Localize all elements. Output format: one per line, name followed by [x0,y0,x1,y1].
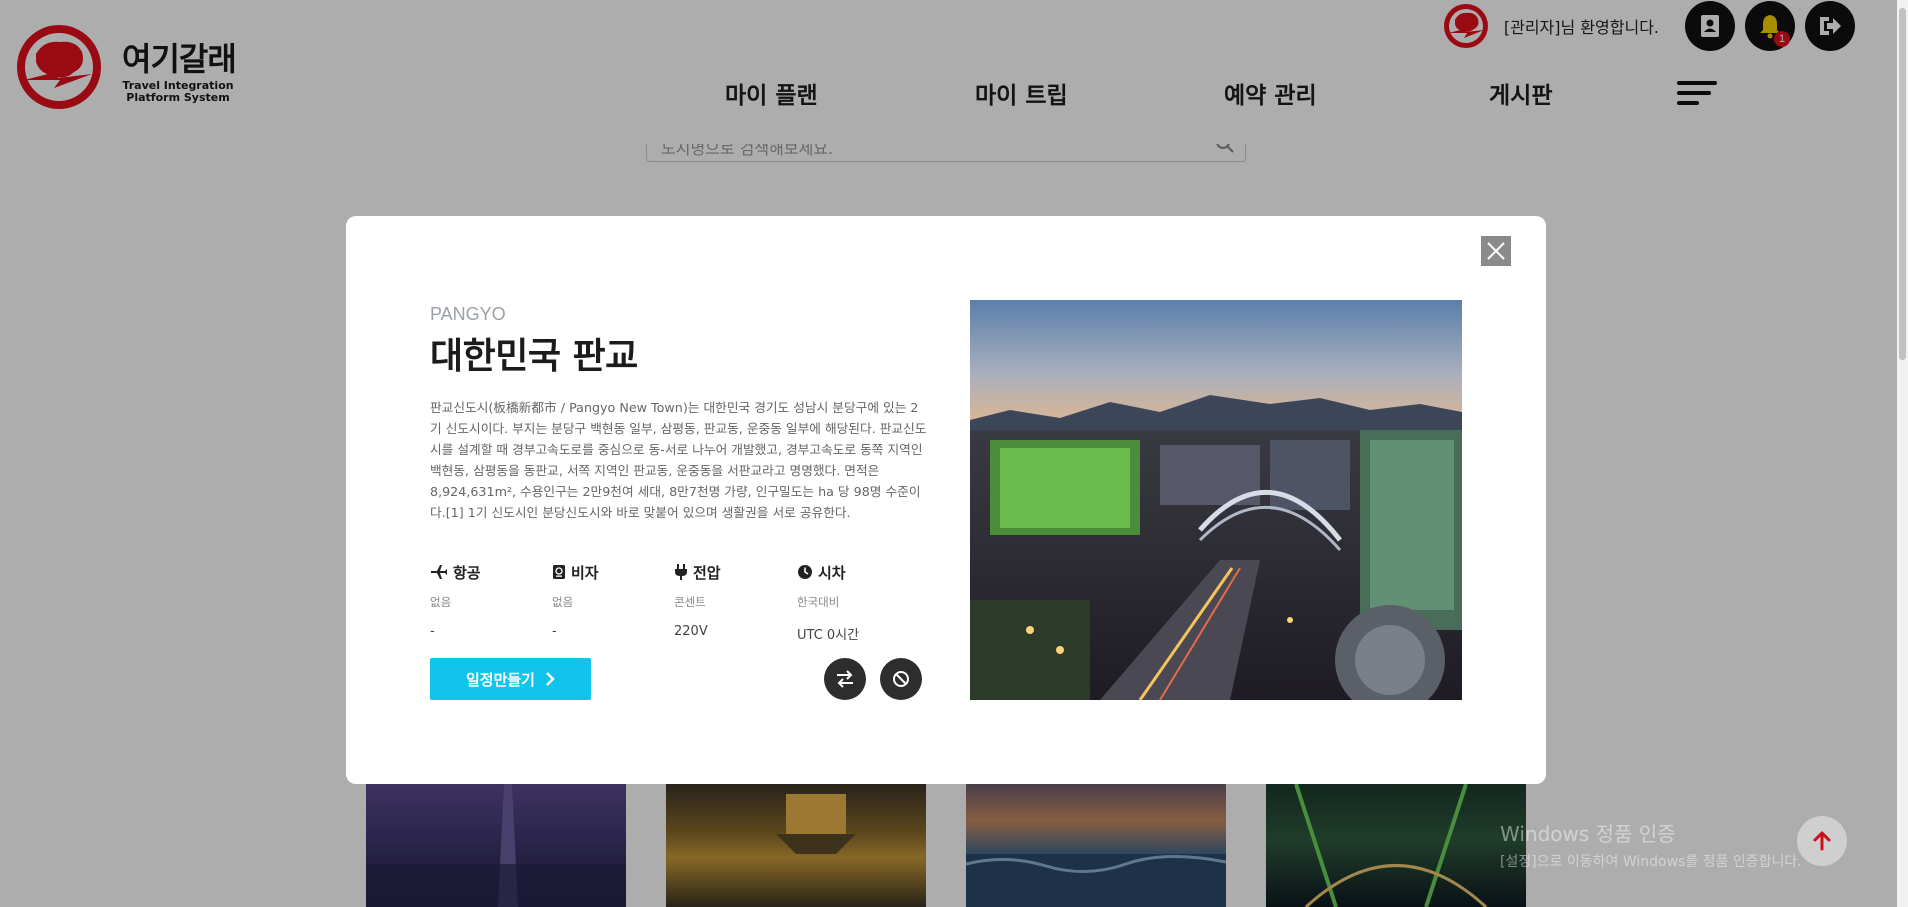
info-label: 시차 [818,563,846,582]
passport-icon [553,565,565,579]
city-description: 판교신도시(板橋新都市 / Pangyo New Town)는 대한민국 경기도… [430,400,927,520]
city-detail-modal: PANGYO 대한민국 판교 판교신도시(板橋新都市 / Pangyo New … [346,216,1546,784]
contact-book-icon [1701,15,1719,37]
page-scrollbar[interactable] [1897,0,1908,907]
nav-my-plan[interactable]: 마이 플랜 [725,76,818,110]
bridge-image [1294,783,1488,907]
info-time-difference: 시차 한국대비 UTC 0시간 [797,562,919,644]
info-label: 전압 [693,563,721,582]
scroll-to-top-button[interactable] [1797,816,1847,866]
logo-text[interactable]: 여기갈래 Travel Integration Platform System [122,34,237,104]
destination-card-image[interactable] [666,784,926,907]
user-bar: [관리자]님 환영합니다. 1 [1442,1,1855,51]
info-value: UTC 0시간 [797,628,860,643]
logout-button[interactable] [1805,1,1855,51]
arrow-up-icon [1813,831,1831,851]
info-label: 비자 [571,563,599,582]
clock-icon [798,565,812,579]
logo-icon[interactable] [14,22,104,112]
info-flight: 항공 없음 - [430,562,552,640]
info-visa: 비자 없음 - [552,562,674,640]
city-photo [970,300,1462,700]
menu-icon[interactable] [1677,81,1721,107]
city-english-name: PANGYO [430,304,506,324]
info-value: - [430,624,435,639]
info-value: - [552,624,557,639]
city-title: 대한민국 판교 [430,336,638,377]
info-caption: 한국대비 [797,595,840,609]
travel-info-grid: 항공 없음 - 비자 없음 - 전압 콘센트 220V 시차 한국대비 UTC … [430,562,930,662]
avatar [1443,4,1488,48]
info-caption: 콘센트 [674,595,706,609]
sea-image [965,854,1227,907]
info-caption: 없음 [430,595,452,609]
info-voltage: 전압 콘센트 220V [674,562,796,640]
close-button[interactable] [1481,236,1511,266]
info-value: 220V [674,624,708,639]
nav-my-trip[interactable]: 마이 트립 [975,76,1068,110]
logo-korean: 여기갈래 [122,40,237,78]
nav-board[interactable]: 게시판 [1489,76,1552,110]
info-label: 항공 [453,563,481,582]
ban-icon [893,671,909,687]
create-plan-label: 일정만들기 [465,671,535,689]
pangyo-night-photo [970,300,1462,700]
pavilion-image [776,794,856,854]
swap-button[interactable] [824,658,866,700]
tower-image [366,784,626,907]
logo-english-line2: Platform System [126,91,230,104]
plane-icon [431,565,447,579]
nav-reservation[interactable]: 예약 관리 [1224,76,1317,110]
destination-card-image[interactable] [366,784,626,907]
city-info: PANGYO 대한민국 판교 판교신도시(板橋新都市 / Pangyo New … [430,304,930,523]
close-icon [1487,242,1505,260]
destination-card-image[interactable] [965,784,1227,907]
destination-card-image[interactable] [1266,783,1526,907]
swap-arrows-icon [837,670,853,688]
info-caption: 없음 [552,595,574,609]
notification-badge: 1 [1774,31,1790,47]
site-header: 여기갈래 Travel Integration Platform System … [0,0,1897,144]
welcome-message: [관리자]님 환영합니다. [1503,18,1659,37]
create-plan-button[interactable]: 일정만들기 [430,658,591,700]
notifications-button[interactable]: 1 [1745,1,1795,51]
block-button[interactable] [880,658,922,700]
logout-icon [1820,17,1841,35]
contacts-button[interactable] [1685,1,1735,51]
chevron-right-icon [546,672,555,686]
scrollbar-thumb[interactable] [1899,8,1906,360]
plug-icon [675,564,687,580]
